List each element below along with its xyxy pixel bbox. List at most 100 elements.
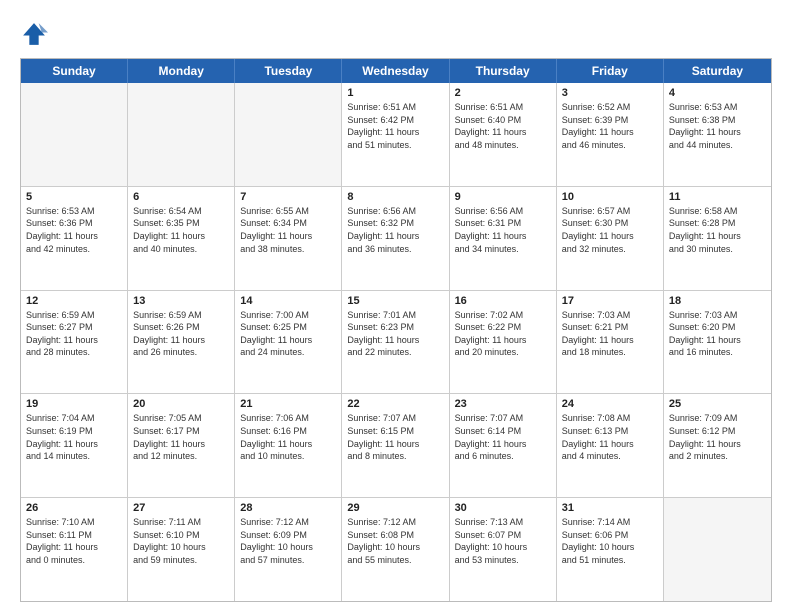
cell-text: Sunrise: 7:13 AM Sunset: 6:07 PM Dayligh… xyxy=(455,516,551,566)
cell-text: Sunrise: 6:52 AM Sunset: 6:39 PM Dayligh… xyxy=(562,101,658,151)
day-number: 25 xyxy=(669,398,766,410)
cell-text: Sunrise: 7:03 AM Sunset: 6:21 PM Dayligh… xyxy=(562,309,658,359)
day-number: 28 xyxy=(240,502,336,514)
calendar-cell: 14 Sunrise: 7:00 AM Sunset: 6:25 PM Dayli… xyxy=(235,291,342,394)
day-number: 5 xyxy=(26,191,122,203)
day-number: 18 xyxy=(669,295,766,307)
calendar-cell: 16 Sunrise: 7:02 AM Sunset: 6:22 PM Dayli… xyxy=(450,291,557,394)
calendar-row: 19Sunrise: 7:04 AM Sunset: 6:19 PM Dayli… xyxy=(21,393,771,497)
cell-text: Sunrise: 7:11 AM Sunset: 6:10 PM Dayligh… xyxy=(133,516,229,566)
cell-text: Sunrise: 7:12 AM Sunset: 6:09 PM Dayligh… xyxy=(240,516,336,566)
calendar-body: 1 Sunrise: 6:51 AM Sunset: 6:42 PM Daylig… xyxy=(21,83,771,601)
day-number: 26 xyxy=(26,502,122,514)
day-number: 17 xyxy=(562,295,658,307)
calendar-cell: 30 Sunrise: 7:13 AM Sunset: 6:07 PM Dayli… xyxy=(450,498,557,601)
calendar-cell: 25 Sunrise: 7:09 AM Sunset: 6:12 PM Dayli… xyxy=(664,394,771,497)
calendar-cell: 11 Sunrise: 6:58 AM Sunset: 6:28 PM Dayli… xyxy=(664,187,771,290)
day-number: 21 xyxy=(240,398,336,410)
calendar-cell xyxy=(128,83,235,186)
cell-text: Sunrise: 7:03 AM Sunset: 6:20 PM Dayligh… xyxy=(669,309,766,359)
calendar-header: SundayMondayTuesdayWednesdayThursdayFrid… xyxy=(21,59,771,83)
day-number: 8 xyxy=(347,191,443,203)
calendar-cell: 18 Sunrise: 7:03 AM Sunset: 6:20 PM Dayli… xyxy=(664,291,771,394)
day-number: 12 xyxy=(26,295,122,307)
cell-text: Sunrise: 7:12 AM Sunset: 6:08 PM Dayligh… xyxy=(347,516,443,566)
calendar-cell: 6 Sunrise: 6:54 AM Sunset: 6:35 PM Daylig… xyxy=(128,187,235,290)
calendar-cell: 26 Sunrise: 7:10 AM Sunset: 6:11 PM Dayli… xyxy=(21,498,128,601)
cell-text: Sunrise: 6:58 AM Sunset: 6:28 PM Dayligh… xyxy=(669,205,766,255)
calendar-cell xyxy=(235,83,342,186)
day-number: 3 xyxy=(562,87,658,99)
calendar-cell: 12 Sunrise: 6:59 AM Sunset: 6:27 PM Dayli… xyxy=(21,291,128,394)
calendar-cell: 31 Sunrise: 7:14 AM Sunset: 6:06 PM Dayli… xyxy=(557,498,664,601)
cell-text: Sunrise: 6:56 AM Sunset: 6:31 PM Dayligh… xyxy=(455,205,551,255)
cell-text: Sunrise: 7:07 AM Sunset: 6:14 PM Dayligh… xyxy=(455,412,551,462)
calendar-cell: 21 Sunrise: 7:06 AM Sunset: 6:16 PM Dayli… xyxy=(235,394,342,497)
day-number: 15 xyxy=(347,295,443,307)
calendar-cell: 4 Sunrise: 6:53 AM Sunset: 6:38 PM Daylig… xyxy=(664,83,771,186)
cell-text: Sunrise: 7:01 AM Sunset: 6:23 PM Dayligh… xyxy=(347,309,443,359)
calendar-row: 26 Sunrise: 7:10 AM Sunset: 6:11 PM Dayli… xyxy=(21,497,771,601)
cell-text: Sunrise: 7:10 AM Sunset: 6:11 PM Dayligh… xyxy=(26,516,122,566)
cell-text: Sunrise: 7:09 AM Sunset: 6:12 PM Dayligh… xyxy=(669,412,766,462)
day-number: 2 xyxy=(455,87,551,99)
cell-text: Sunrise: 6:51 AM Sunset: 6:40 PM Dayligh… xyxy=(455,101,551,151)
page: SundayMondayTuesdayWednesdayThursdayFrid… xyxy=(0,0,792,612)
cell-text: Sunrise: 7:06 AM Sunset: 6:16 PM Dayligh… xyxy=(240,412,336,462)
cell-text: Sunrise: 6:57 AM Sunset: 6:30 PM Dayligh… xyxy=(562,205,658,255)
cell-text: Sunrise: 7:02 AM Sunset: 6:22 PM Dayligh… xyxy=(455,309,551,359)
calendar-cell xyxy=(664,498,771,601)
day-number: 16 xyxy=(455,295,551,307)
day-number: 24 xyxy=(562,398,658,410)
cell-text: Sunrise: 6:54 AM Sunset: 6:35 PM Dayligh… xyxy=(133,205,229,255)
day-number: 10 xyxy=(562,191,658,203)
cell-text: Sunrise: 6:53 AM Sunset: 6:36 PM Dayligh… xyxy=(26,205,122,255)
cell-text: Sunrise: 7:07 AM Sunset: 6:15 PM Dayligh… xyxy=(347,412,443,462)
weekday-header: Wednesday xyxy=(342,59,449,83)
day-number: 13 xyxy=(133,295,229,307)
calendar: SundayMondayTuesdayWednesdayThursdayFrid… xyxy=(20,58,772,602)
cell-text: Sunrise: 6:55 AM Sunset: 6:34 PM Dayligh… xyxy=(240,205,336,255)
day-number: 30 xyxy=(455,502,551,514)
calendar-cell: 27 Sunrise: 7:11 AM Sunset: 6:10 PM Dayli… xyxy=(128,498,235,601)
calendar-row: 5 Sunrise: 6:53 AM Sunset: 6:36 PM Daylig… xyxy=(21,186,771,290)
calendar-cell: 3 Sunrise: 6:52 AM Sunset: 6:39 PM Daylig… xyxy=(557,83,664,186)
calendar-cell: 20 Sunrise: 7:05 AM Sunset: 6:17 PM Dayli… xyxy=(128,394,235,497)
day-number: 1 xyxy=(347,87,443,99)
calendar-cell: 5 Sunrise: 6:53 AM Sunset: 6:36 PM Daylig… xyxy=(21,187,128,290)
cell-text: Sunrise: 7:05 AM Sunset: 6:17 PM Dayligh… xyxy=(133,412,229,462)
day-number: 6 xyxy=(133,191,229,203)
day-number: 20 xyxy=(133,398,229,410)
cell-text: Sunrise: 6:59 AM Sunset: 6:27 PM Dayligh… xyxy=(26,309,122,359)
calendar-row: 1 Sunrise: 6:51 AM Sunset: 6:42 PM Daylig… xyxy=(21,83,771,186)
calendar-cell: 22 Sunrise: 7:07 AM Sunset: 6:15 PM Dayli… xyxy=(342,394,449,497)
cell-text: Sunrise: 7:14 AM Sunset: 6:06 PM Dayligh… xyxy=(562,516,658,566)
calendar-cell: 8 Sunrise: 6:56 AM Sunset: 6:32 PM Daylig… xyxy=(342,187,449,290)
cell-text: Sunrise: 6:51 AM Sunset: 6:42 PM Dayligh… xyxy=(347,101,443,151)
cell-text: Sunrise: 6:56 AM Sunset: 6:32 PM Dayligh… xyxy=(347,205,443,255)
day-number: 9 xyxy=(455,191,551,203)
cell-text: Sunrise: 7:08 AM Sunset: 6:13 PM Dayligh… xyxy=(562,412,658,462)
day-number: 19 xyxy=(26,398,122,410)
calendar-cell: 15 Sunrise: 7:01 AM Sunset: 6:23 PM Dayli… xyxy=(342,291,449,394)
day-number: 4 xyxy=(669,87,766,99)
calendar-cell: 10 Sunrise: 6:57 AM Sunset: 6:30 PM Dayli… xyxy=(557,187,664,290)
weekday-header: Monday xyxy=(128,59,235,83)
weekday-header: Saturday xyxy=(664,59,771,83)
calendar-row: 12 Sunrise: 6:59 AM Sunset: 6:27 PM Dayli… xyxy=(21,290,771,394)
day-number: 11 xyxy=(669,191,766,203)
cell-text: Sunrise: 7:00 AM Sunset: 6:25 PM Dayligh… xyxy=(240,309,336,359)
calendar-cell xyxy=(21,83,128,186)
day-number: 29 xyxy=(347,502,443,514)
calendar-cell: 1 Sunrise: 6:51 AM Sunset: 6:42 PM Daylig… xyxy=(342,83,449,186)
day-number: 14 xyxy=(240,295,336,307)
day-number: 22 xyxy=(347,398,443,410)
day-number: 31 xyxy=(562,502,658,514)
calendar-cell: 17 Sunrise: 7:03 AM Sunset: 6:21 PM Dayli… xyxy=(557,291,664,394)
cell-text: Sunrise: 6:53 AM Sunset: 6:38 PM Dayligh… xyxy=(669,101,766,151)
calendar-cell: 24 Sunrise: 7:08 AM Sunset: 6:13 PM Dayli… xyxy=(557,394,664,497)
day-number: 27 xyxy=(133,502,229,514)
header xyxy=(20,18,772,48)
weekday-header: Thursday xyxy=(450,59,557,83)
logo xyxy=(20,18,52,48)
